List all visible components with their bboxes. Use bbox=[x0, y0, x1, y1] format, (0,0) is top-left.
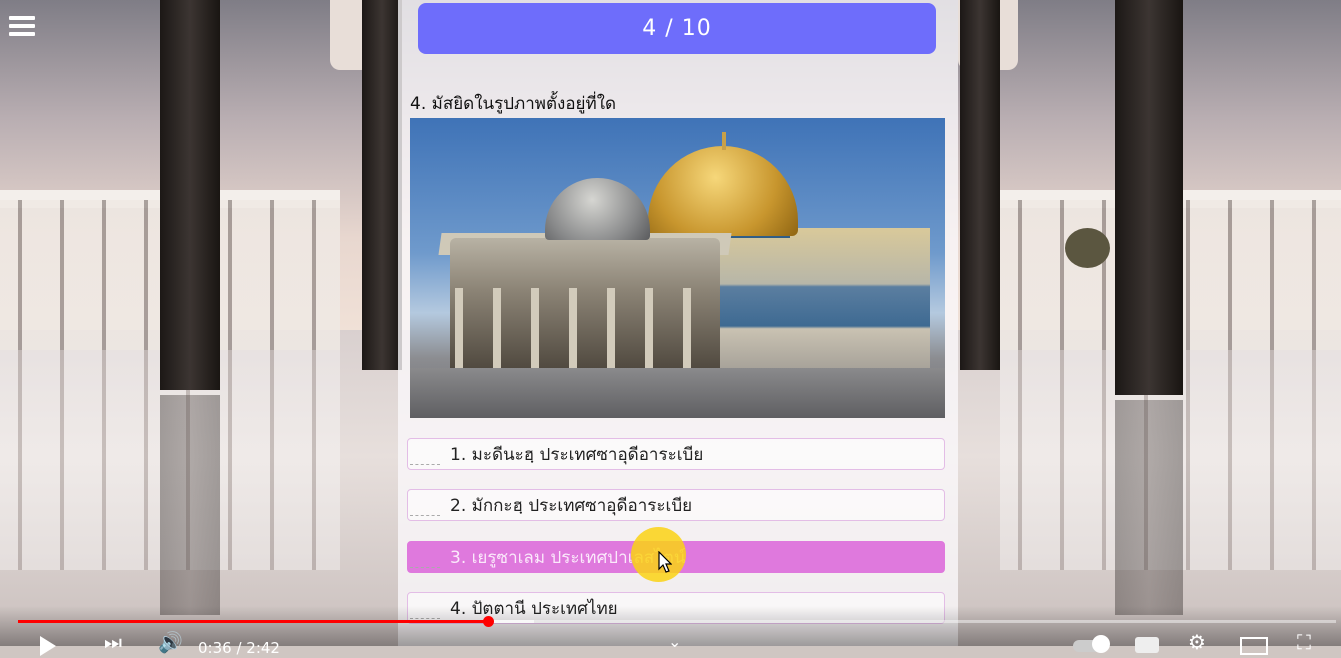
subtitles-icon[interactable] bbox=[1135, 637, 1159, 653]
time-display: 0:36 / 2:42 bbox=[198, 639, 280, 657]
play-icon[interactable] bbox=[40, 636, 56, 656]
chevron-icon[interactable]: ⌄ bbox=[668, 632, 681, 652]
gear-icon[interactable]: ⚙ bbox=[1188, 632, 1206, 652]
seek-handle[interactable] bbox=[483, 616, 494, 627]
next-icon[interactable]: ⏭ bbox=[104, 632, 122, 652]
question-text: 4. มัสยิดในรูปภาพตั้งอยู่ที่ใด bbox=[410, 94, 617, 114]
golden-dome bbox=[648, 146, 798, 236]
mouse-cursor-icon bbox=[658, 551, 672, 573]
seek-played bbox=[18, 620, 488, 623]
tree bbox=[1065, 228, 1110, 268]
question-progress: 4 / 10 bbox=[418, 3, 936, 54]
volume-icon[interactable]: 🔊 bbox=[158, 632, 183, 652]
fullscreen-icon[interactable]: ⛶ bbox=[1297, 632, 1311, 652]
pillar bbox=[1115, 0, 1183, 395]
answer-label: 2. มักกะฮฺ ประเทศซาอุดีอาระเบีย bbox=[450, 495, 693, 516]
question-image bbox=[410, 118, 945, 418]
pillar bbox=[362, 0, 402, 370]
miniplayer-icon[interactable] bbox=[1240, 637, 1268, 655]
answer-option-2[interactable]: 2. มักกะฮฺ ประเทศซาอุดีอาระเบีย bbox=[407, 489, 945, 521]
hamburger-menu-icon[interactable] bbox=[9, 16, 35, 40]
answer-option-1[interactable]: 1. มะดีนะฮฺ ประเทศซาอุดีอาระเบีย bbox=[407, 438, 945, 470]
pillar bbox=[160, 0, 220, 390]
answer-label: 1. มะดีนะฮฺ ประเทศซาอุดีอาระเบีย bbox=[450, 444, 704, 465]
gray-dome bbox=[545, 178, 650, 240]
pillar bbox=[960, 0, 1000, 370]
